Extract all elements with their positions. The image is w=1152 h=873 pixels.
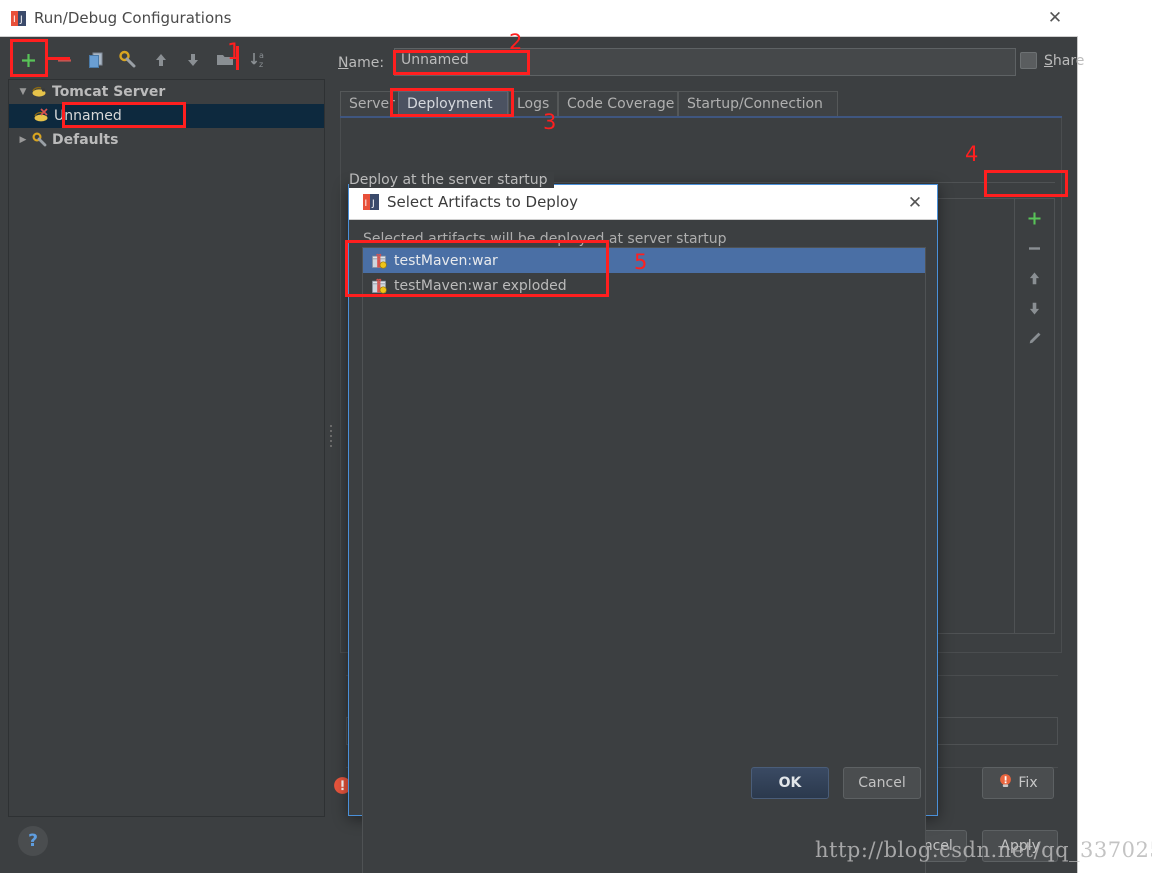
artifact-icon <box>371 278 387 294</box>
edit-defaults-wrench-icon[interactable] <box>114 46 142 74</box>
tree-node-label: Tomcat Server <box>52 84 166 100</box>
svg-text:I: I <box>365 199 368 209</box>
dialog-subtitle: Selected artifacts will be deployed at s… <box>363 231 727 247</box>
new-folder-icon[interactable] <box>211 46 239 74</box>
dialog-footer-buttons: OK Cancel <box>751 767 921 799</box>
tab-startup-connection[interactable]: Startup/Connection <box>678 91 838 116</box>
fix-button-label: Fix <box>1018 775 1038 791</box>
list-item[interactable]: testMaven:war <box>363 248 925 273</box>
name-label: Name: <box>338 55 385 71</box>
svg-text:J: J <box>371 199 375 209</box>
screenshot-root: I J Run/Debug Configurations ✕ a z ▼ Tom… <box>0 0 1152 873</box>
dialog-ok-button[interactable]: OK <box>751 767 829 799</box>
svg-text:J: J <box>19 15 23 25</box>
tree-node-unnamed[interactable]: Unnamed <box>9 104 324 128</box>
move-down-button[interactable] <box>179 46 207 74</box>
configurations-tree[interactable]: ▼ Tomcat Server Unnamed ▶ Defaults <box>8 79 325 817</box>
share-label: Share <box>1044 52 1085 69</box>
tab-server[interactable]: Server <box>340 91 400 116</box>
error-bulb-icon <box>998 773 1013 793</box>
list-item-label: testMaven:war <box>394 252 498 269</box>
configuration-tabs[interactable]: Server Deployment Logs Code Coverage Sta… <box>340 91 1070 116</box>
dialog-titlebar: I J Select Artifacts to Deploy ✕ <box>349 185 937 220</box>
svg-text:z: z <box>259 60 263 69</box>
move-artifact-down-button[interactable] <box>1015 293 1053 323</box>
fix-button[interactable]: Fix <box>982 767 1054 799</box>
add-artifact-button[interactable] <box>1015 203 1053 233</box>
move-up-button[interactable] <box>147 46 175 74</box>
dialog-title: Select Artifacts to Deploy <box>387 193 579 211</box>
intellij-idea-icon: I J <box>363 194 379 210</box>
tomcat-run-icon <box>33 108 51 124</box>
tab-code-coverage[interactable]: Code Coverage <box>558 91 678 116</box>
list-item[interactable]: testMaven:war exploded <box>363 273 925 298</box>
window-title: Run/Debug Configurations <box>34 9 232 27</box>
watermark-text: http://blog.csdn.net/qq_33702584 <box>815 838 1152 862</box>
wrench-icon <box>31 132 49 148</box>
remove-artifact-button[interactable] <box>1015 233 1053 263</box>
share-checkbox-row[interactable]: Share <box>1020 52 1084 69</box>
panel-splitter[interactable] <box>326 37 338 873</box>
svg-text:a: a <box>259 51 264 60</box>
dialog-cancel-button[interactable]: Cancel <box>843 767 921 799</box>
name-row: Name: Unnamed Share <box>338 48 1084 78</box>
chevron-right-icon[interactable]: ▶ <box>15 135 31 145</box>
add-configuration-button[interactable] <box>14 46 42 74</box>
artifact-icon <box>371 253 387 269</box>
help-button[interactable]: ? <box>18 826 48 856</box>
name-input[interactable]: Unnamed <box>394 48 1016 76</box>
list-item-label: testMaven:war exploded <box>394 277 567 294</box>
group-label: Deploy at the server startup <box>349 172 554 188</box>
copy-configuration-button[interactable] <box>82 46 110 74</box>
edit-artifact-pencil-icon[interactable] <box>1015 323 1053 353</box>
tomcat-icon <box>31 84 49 100</box>
close-icon[interactable]: ✕ <box>903 192 927 214</box>
tab-logs[interactable]: Logs <box>508 91 558 116</box>
artifacts-side-toolbar <box>1015 198 1055 634</box>
window-titlebar: I J Run/Debug Configurations ✕ <box>0 0 1078 37</box>
sort-alphabetically-icon[interactable]: a z <box>245 46 273 74</box>
tree-node-defaults[interactable]: ▶ Defaults <box>9 128 324 152</box>
tree-node-label: Defaults <box>52 132 119 148</box>
configurations-toolbar: a z <box>8 42 323 79</box>
remove-configuration-button[interactable] <box>50 46 78 74</box>
tree-node-tomcat-server[interactable]: ▼ Tomcat Server <box>9 80 324 104</box>
move-artifact-up-button[interactable] <box>1015 263 1053 293</box>
share-checkbox[interactable] <box>1020 52 1037 69</box>
splitter-handle[interactable] <box>329 422 335 450</box>
chevron-down-icon[interactable]: ▼ <box>15 87 31 97</box>
intellij-idea-icon: I J <box>10 10 27 27</box>
tree-node-label: Unnamed <box>54 108 122 124</box>
select-artifacts-dialog: I J Select Artifacts to Deploy ✕ Selecte… <box>348 184 938 873</box>
close-icon[interactable]: ✕ <box>1032 0 1078 36</box>
svg-text:I: I <box>13 15 16 25</box>
tab-deployment[interactable]: Deployment <box>398 91 508 116</box>
